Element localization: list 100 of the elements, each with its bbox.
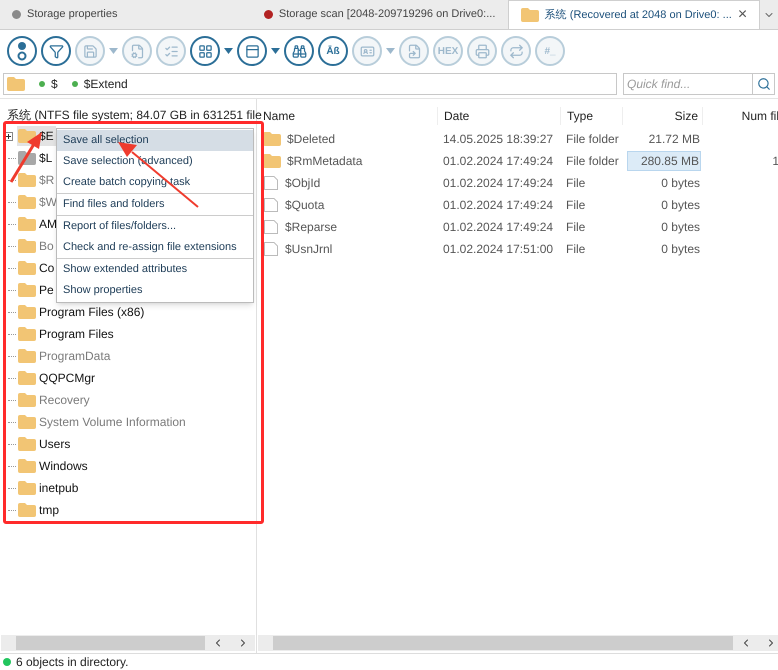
toolbar-button[interactable] [41,36,71,66]
tree-item[interactable]: Program Files [17,324,116,344]
table-cell-text: File folder [565,131,620,148]
card-icon [360,44,374,58]
table-cell-text: 14.05.2025 18:39:27 [442,131,554,148]
column-header[interactable]: Type [560,107,622,125]
tree-item[interactable]: Co [17,258,56,278]
table-row[interactable]: $ObjId 01.02.2024 17:49:24 File 0 bytes [257,172,778,194]
tree-item[interactable]: Program Files (x86) [17,302,146,322]
tree-item[interactable]: AM [17,214,59,234]
path-segment[interactable]: $ [39,75,58,93]
table-cell-text: File [565,197,586,214]
folder-icon [18,305,36,319]
close-button[interactable]: × [738,3,748,27]
tree-item[interactable]: ProgramData [17,346,112,366]
menu-item[interactable]: Show extended attributes [57,259,253,280]
caret-icon[interactable] [271,48,280,54]
search-box[interactable]: Quick find... [623,73,775,95]
menu-item[interactable]: Report of files/folders... [57,216,253,237]
tree-item[interactable]: tmp [17,500,62,520]
table-cell-text: 0 bytes [661,175,701,192]
tree-item[interactable]: $W [17,192,59,212]
folder-icon [18,459,36,473]
folder-icon [18,239,36,253]
folder-icon [18,327,36,341]
tree-item[interactable]: Bo [17,236,56,256]
tree-item[interactable]: Recovery [17,390,92,410]
folder-icon [18,283,36,297]
table-cell-text: $ObjId [285,175,320,192]
menu-item[interactable]: Find files and folders [57,194,253,215]
folder-icon [18,195,36,209]
file-icon [263,241,279,257]
folder-icon [18,261,36,275]
tree-item[interactable]: $R [17,170,56,190]
table-cell-text: 0 bytes [661,197,701,214]
table-row[interactable]: $UsnJrnl 01.02.2024 17:51:00 File 0 bytes [257,238,778,260]
table-cell-text: File folder [565,153,620,170]
checklist-icon [164,44,178,58]
folder-icon [18,415,36,429]
column-header[interactable]: Num fil [702,107,778,125]
toolbar-button[interactable] [284,36,314,66]
printer-icon [474,44,490,58]
column-header[interactable]: Size [622,107,702,125]
search-field[interactable]: Quick find... [624,74,752,94]
tab[interactable]: 系统 (Recovered at 2048 on Drive0: ... × [508,0,760,29]
table-cell-text: $UsnJrnl [285,241,332,258]
grid-icon [198,44,212,58]
menu-item[interactable]: Create batch copying task [57,172,253,193]
tree-item[interactable]: Windows [17,456,90,476]
circles-icon [16,41,28,61]
filter-icon [48,44,64,58]
tree-item[interactable]: QQPCMgr [17,368,98,388]
folder-icon [7,77,25,91]
tree-item[interactable]: Users [17,434,72,454]
folder-icon [18,371,36,385]
table-cell-text: 01.02.2024 17:49:24 [442,175,554,192]
tab[interactable]: Storage scan [2048-209719296 on Drive0:... [258,0,508,29]
scrollbar[interactable] [258,635,778,651]
table-cell-text: $RmMetadata [287,153,362,170]
path-field[interactable]: $ $Extend [3,73,617,95]
volume-label: 系统 (NTFS file system; 84.07 GB in 631251 file [7,107,262,124]
table-cell-text: File [565,241,586,258]
table-cell-text: $Deleted [287,131,336,148]
table-cell: 280.85 MB [627,151,701,171]
tree-item[interactable]: System Volume Information [17,412,188,432]
tree-item[interactable]: $L [17,148,54,168]
save-icon [82,44,98,58]
table-row[interactable]: $RmMetadata 01.02.2024 17:49:24 File folder 280.85 MB 1 [257,150,778,172]
caret-icon[interactable] [224,48,233,54]
table-cell-text: $Quota [285,197,324,214]
binoculars-icon [292,44,306,58]
folder-icon [18,349,36,363]
tab-label: 系统 (Recovered at 2048 on Drive0: ... [544,8,732,23]
table-cell-text: $Reparse [285,219,338,236]
menu-item[interactable]: Save all selection [57,130,253,151]
folder-icon [18,437,36,451]
table-row[interactable]: $Quota 01.02.2024 17:49:24 File 0 bytes [257,194,778,216]
scrollbar[interactable] [1,635,255,651]
column-header[interactable]: Date [437,107,560,125]
toolbar-button[interactable] [190,36,220,66]
folder-icon [18,503,36,517]
table-row[interactable]: $Reparse 01.02.2024 17:49:24 File 0 bytes [257,216,778,238]
folder-icon [263,154,281,168]
tab-label: Storage scan [2048-209719296 on Drive0:... [278,7,496,22]
path-segment[interactable]: $Extend [72,75,128,93]
menu-item[interactable]: Check and re-assign file extensions [57,237,253,258]
tree-item[interactable]: Pe [17,280,56,300]
tree-item[interactable]: inetpub [17,478,80,498]
file-icon [263,175,279,191]
toolbar-button[interactable]: Āß [318,36,348,66]
toolbar-button[interactable] [7,36,37,66]
file-gear-icon [130,44,144,58]
table-cell-text: 21.72 MB [648,131,701,148]
menu-item[interactable]: Show properties [57,280,253,301]
search-icon[interactable] [756,77,770,91]
table-cell-text: 0 bytes [661,219,701,236]
file-icon [263,219,279,235]
tab[interactable]: Storage properties [0,0,258,29]
toolbar-button[interactable] [237,36,267,66]
table-row[interactable]: $Deleted 14.05.2025 18:39:27 File folder 21.72 MB [257,128,778,150]
